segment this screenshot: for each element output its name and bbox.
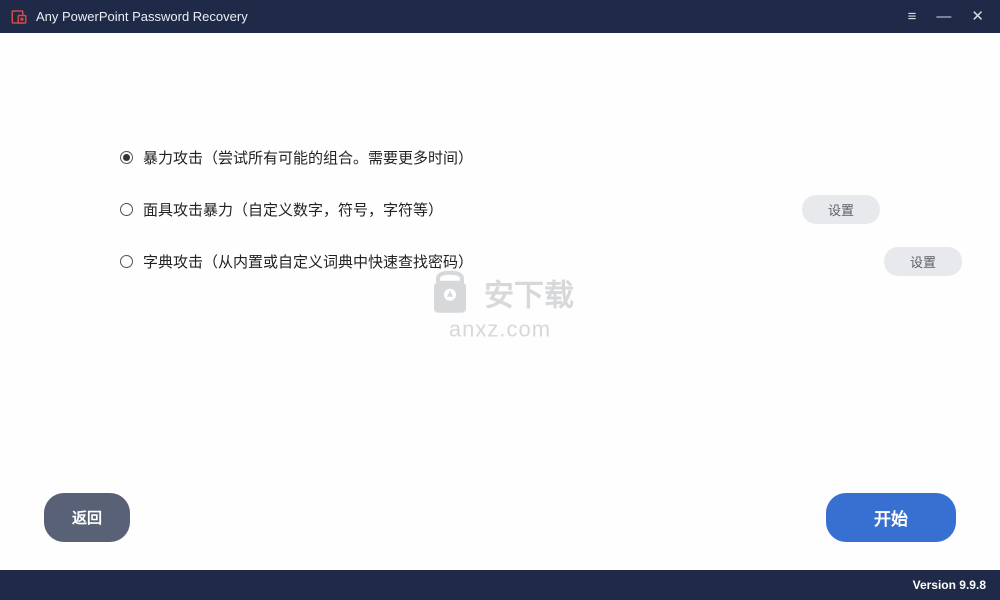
close-icon[interactable]: ✕ — [971, 9, 984, 24]
option-brute-force: 暴力攻击（尝试所有可能的组合。需要更多时间） — [120, 143, 880, 171]
option-label: 面具攻击暴力（自定义数字，符号，字符等） — [143, 199, 443, 220]
bag-icon — [426, 268, 474, 316]
settings-button-dictionary[interactable]: 设置 — [884, 247, 962, 276]
watermark-text-1: 安下载 — [484, 270, 574, 314]
back-button[interactable]: 返回 — [44, 493, 130, 542]
radio-brute-force[interactable] — [120, 151, 133, 164]
watermark: 安下载 anxz.com — [426, 268, 574, 342]
content-area: 暴力攻击（尝试所有可能的组合。需要更多时间） 面具攻击暴力（自定义数字，符号，字… — [0, 33, 1000, 570]
version-label: Version 9.9.8 — [913, 578, 986, 592]
menu-icon[interactable]: ≡ — [908, 9, 917, 24]
settings-button-mask[interactable]: 设置 — [802, 195, 880, 224]
radio-dictionary-attack[interactable] — [120, 255, 133, 268]
window-controls: ≡ — ✕ — [908, 9, 992, 24]
app-title: Any PowerPoint Password Recovery — [36, 9, 248, 24]
statusbar: Version 9.9.8 — [0, 570, 1000, 600]
radio-mask-attack[interactable] — [120, 203, 133, 216]
start-button[interactable]: 开始 — [826, 493, 956, 542]
option-mask-attack: 面具攻击暴力（自定义数字，符号，字符等） 设置 — [120, 195, 880, 223]
watermark-text-2: anxz.com — [449, 316, 551, 342]
app-icon — [10, 8, 28, 26]
app-window: Any PowerPoint Password Recovery ≡ — ✕ 暴… — [0, 0, 1000, 600]
option-dictionary-attack: 字典攻击（从内置或自定义词典中快速查找密码） 设置 — [120, 247, 880, 275]
minimize-icon[interactable]: — — [936, 9, 951, 24]
titlebar: Any PowerPoint Password Recovery ≡ — ✕ — [0, 0, 1000, 33]
footer-bar: 返回 开始 — [0, 493, 1000, 542]
option-label: 暴力攻击（尝试所有可能的组合。需要更多时间） — [143, 147, 473, 168]
option-label: 字典攻击（从内置或自定义词典中快速查找密码） — [143, 251, 473, 272]
